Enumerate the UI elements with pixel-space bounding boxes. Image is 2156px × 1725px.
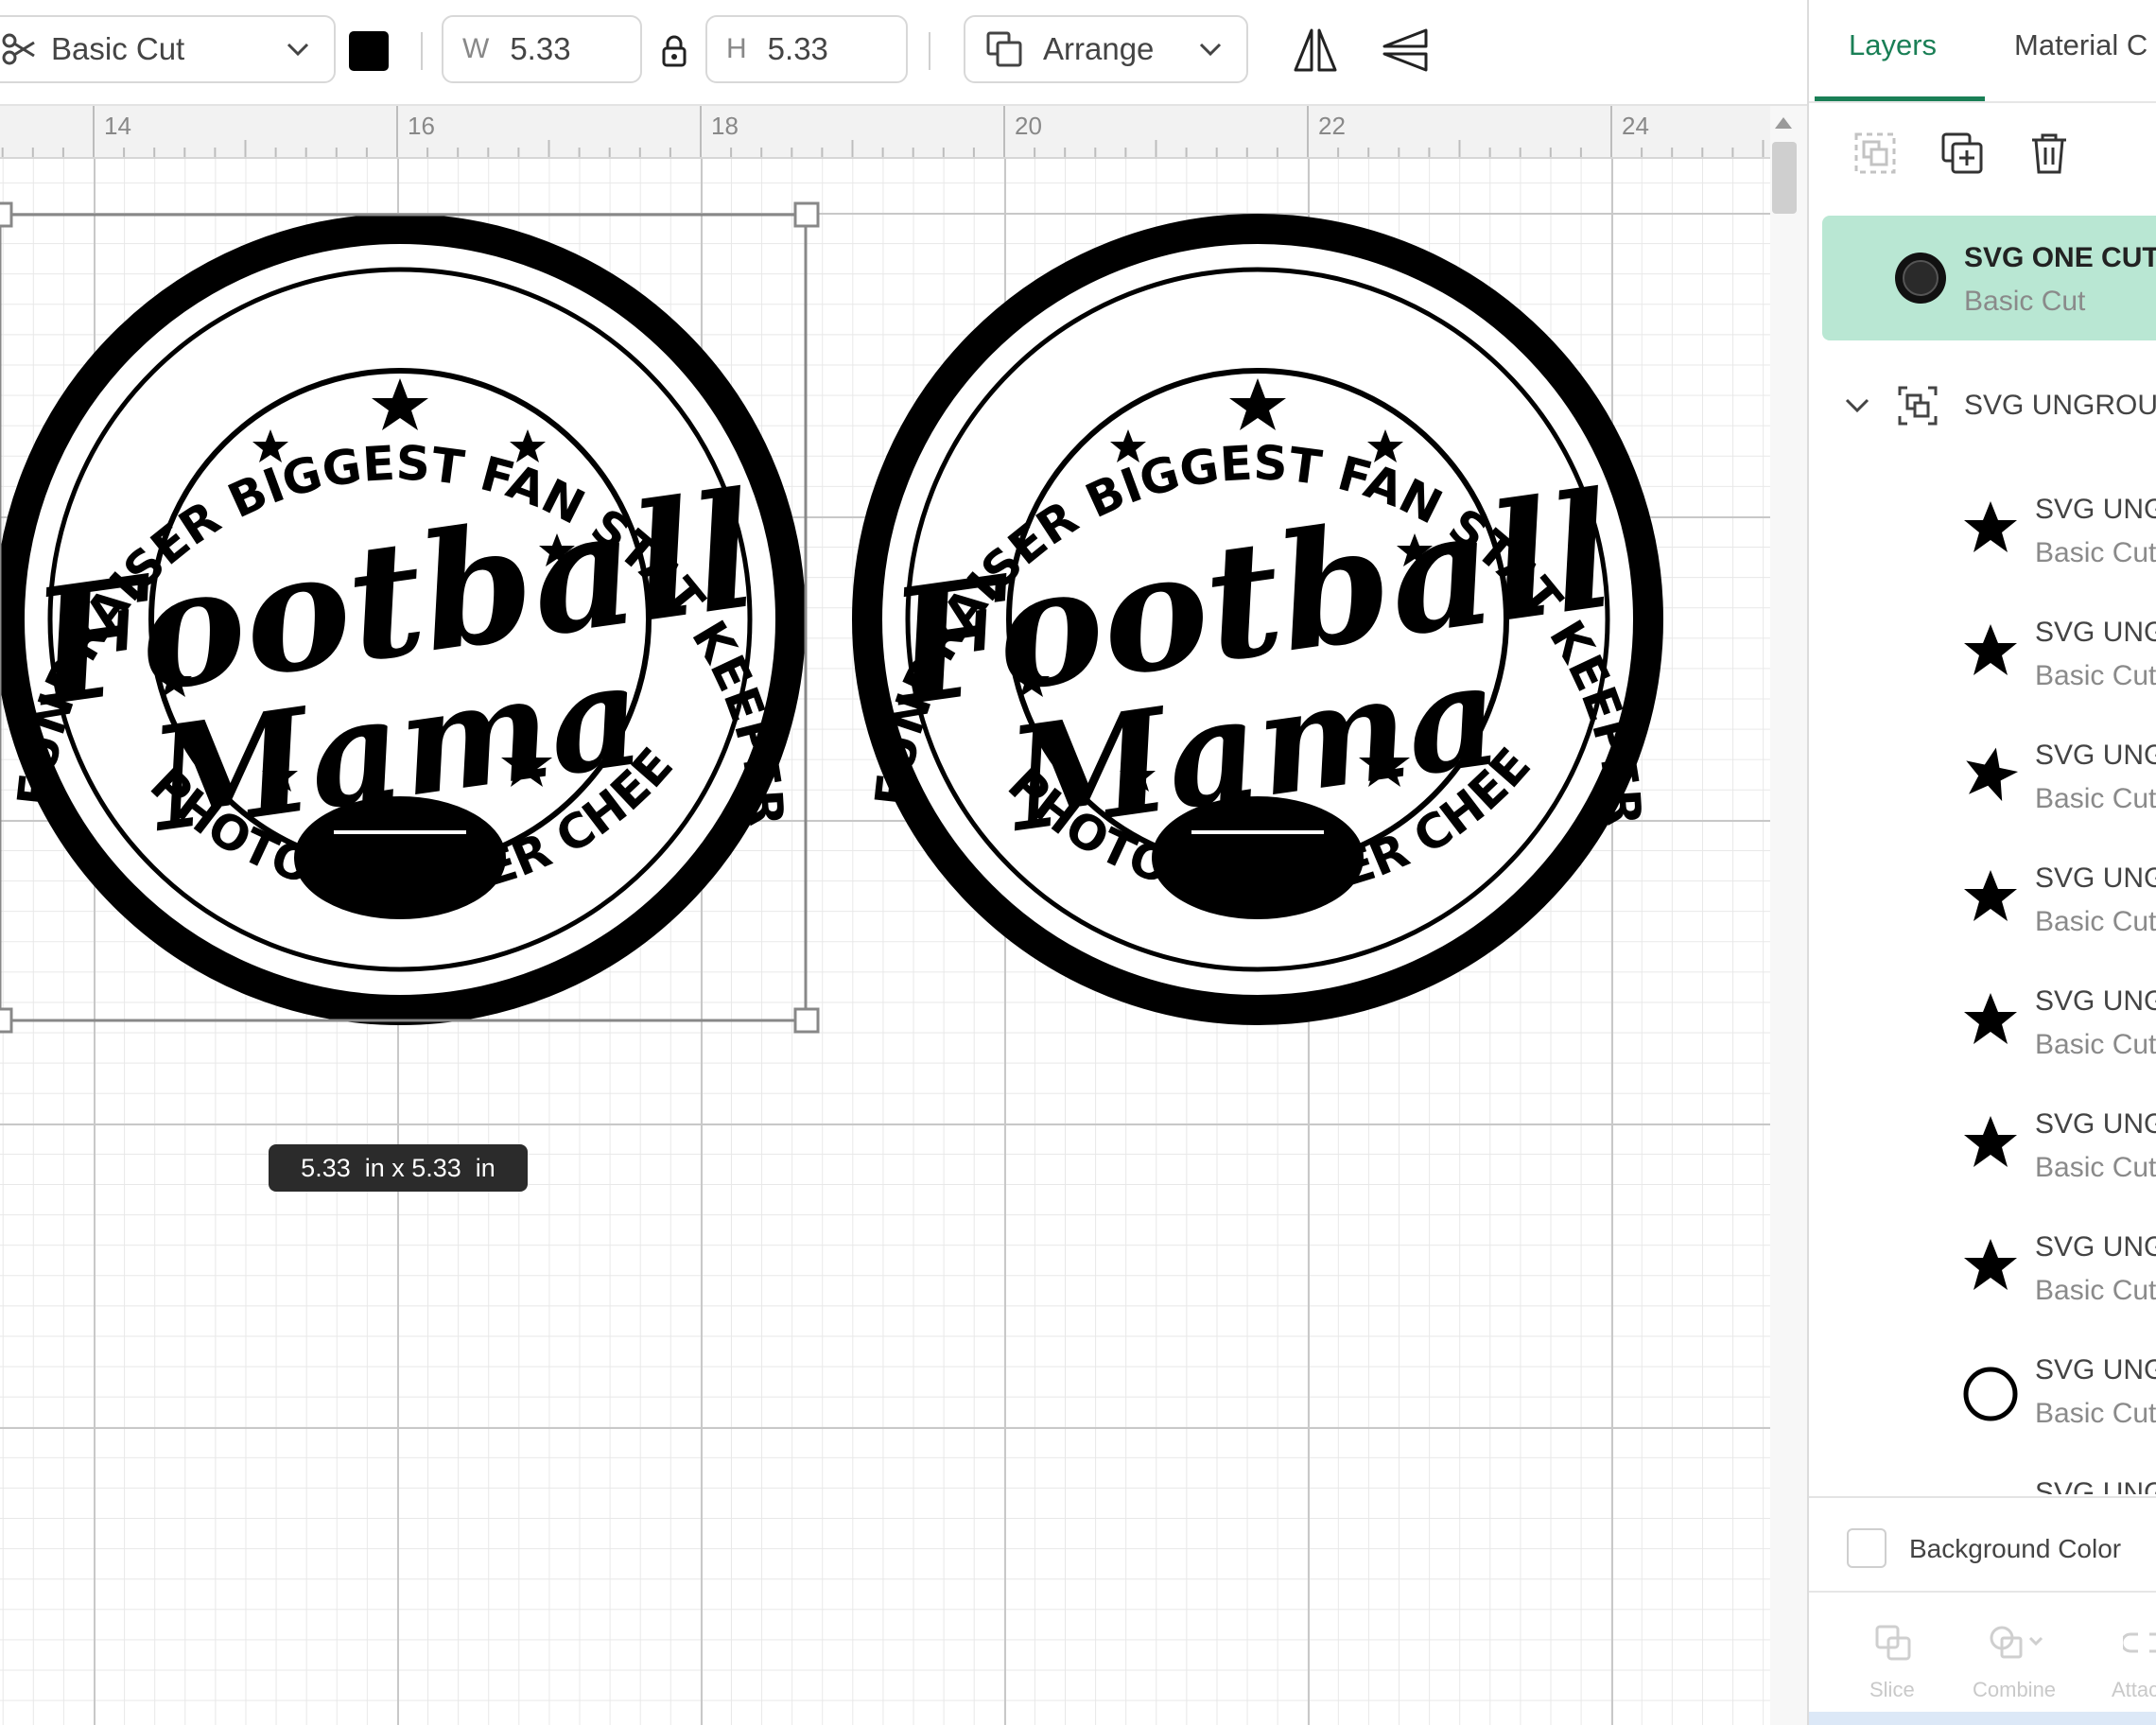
width-label: W <box>462 33 490 64</box>
delete-icon[interactable] <box>2026 131 2072 176</box>
group-icon <box>1898 386 1938 426</box>
layer-item[interactable]: SVG UNGROUPED Basic Cut <box>1809 1343 2156 1466</box>
scissors-icon <box>2 33 35 65</box>
layer-subtitle: Basic Cut <box>2035 537 2156 568</box>
layer-title: SVG UNGROUPED <box>2035 1108 2156 1140</box>
attach-icon[interactable] <box>2123 1623 2156 1664</box>
resize-handle <box>0 201 13 228</box>
layer-title: SVG UNGROUPED <box>2035 494 2156 525</box>
chevron-down-icon[interactable] <box>1843 396 1871 415</box>
layer-title: SVG ONE CUT <box>1964 242 2156 273</box>
chevron-down-icon <box>1199 43 1222 57</box>
tab-material-colors[interactable]: Material C <box>2014 28 2147 62</box>
layer-title: SVG UNGROUPED <box>2035 1354 2156 1385</box>
height-value[interactable]: 5.33 <box>768 31 828 67</box>
scrollbar-thumb[interactable] <box>1772 142 1797 214</box>
tab-layers[interactable]: Layers <box>1849 28 1937 62</box>
size-badge: 5.33 in x 5.33 in <box>269 1144 528 1192</box>
width-field[interactable]: W 5.33 <box>442 15 642 83</box>
operation-dropdown[interactable]: Basic Cut <box>0 15 336 83</box>
star-icon <box>1964 1116 2017 1167</box>
star-icon <box>1964 993 2017 1044</box>
layer-thumbnail-icon <box>1895 253 1946 304</box>
group-layer-title[interactable]: SVG UNGROUPED <box>1964 390 2156 422</box>
flip-horizontal-icon[interactable] <box>1293 26 1338 74</box>
layer-subtitle: Basic Cut <box>2035 1398 2156 1429</box>
layer-subtitle: Basic Cut <box>2035 1275 2156 1306</box>
layer-item[interactable]: SVG UNGROUPED Basic Cut <box>1809 851 2156 974</box>
arrange-icon <box>986 31 1022 67</box>
group-icon[interactable] <box>1852 131 1898 176</box>
layer-title: SVG UNGROUPED <box>2035 1231 2156 1263</box>
layer-item[interactable]: SVG UNGROUPED Basic Cut <box>1809 1097 2156 1220</box>
layer-subtitle: Basic Cut <box>2035 906 2156 937</box>
slice-label: Slice <box>1869 1678 1915 1701</box>
design-space-app: Basic Cut W 5.33 H 5.33 Arrange 14 16 18… <box>0 0 2156 1725</box>
resize-handle <box>793 1007 820 1034</box>
flip-vertical-icon[interactable] <box>1381 26 1430 74</box>
layer-subtitle: Basic Cut <box>2035 1152 2156 1183</box>
color-swatch[interactable] <box>349 31 389 71</box>
width-value[interactable]: 5.33 <box>510 31 570 67</box>
layer-subtitle: Basic Cut <box>1964 286 2086 317</box>
canvas-scrollbar[interactable] <box>1770 106 1808 1725</box>
layer-item[interactable]: SVG UNGROUPED Basic Cut <box>1809 728 2156 851</box>
duplicate-icon[interactable] <box>1939 131 1985 176</box>
layer-title: SVG UNGROUPED <box>2035 862 2156 894</box>
design-layer: FUNDRAISER BIGGEST FAN STAT KEEPER BLEAC… <box>0 106 1663 1034</box>
star-icon <box>1964 624 2017 675</box>
background-color-checkbox[interactable] <box>1847 1528 1886 1568</box>
layer-item[interactable]: SVG UNGROUPED <box>1809 1466 2156 1494</box>
layer-subtitle: Basic Cut <box>2035 1029 2156 1060</box>
toolbar-divider <box>421 32 423 70</box>
background-color-label: Background Color <box>1909 1534 2122 1563</box>
lock-icon[interactable] <box>660 34 688 68</box>
edit-toolbar: Basic Cut W 5.33 H 5.33 Arrange <box>0 0 1807 106</box>
tab-divider <box>1809 101 2156 103</box>
star-icon <box>1966 747 2019 802</box>
layer-title: SVG UNGROUPED <box>2035 1477 2156 1494</box>
circle-icon <box>1963 1367 2018 1421</box>
attach-label: Attach <box>2112 1678 2156 1701</box>
star-icon <box>1964 870 2017 921</box>
combine-icon[interactable] <box>1987 1623 2047 1664</box>
layer-title: SVG UNGROUPED <box>2035 740 2156 771</box>
layer-item[interactable]: SVG UNGROUPED Basic Cut <box>1809 605 2156 728</box>
layer-item[interactable]: SVG UNGROUPED Basic Cut <box>1809 974 2156 1097</box>
star-icon <box>1964 501 2017 552</box>
layer-subtitle: Basic Cut <box>2035 660 2156 691</box>
layer-subtitle: Basic Cut <box>2035 783 2156 814</box>
star-icon <box>1964 1239 2017 1290</box>
slice-icon[interactable] <box>1873 1623 1915 1664</box>
resize-handle <box>793 201 820 228</box>
operation-label: Basic Cut <box>51 31 185 66</box>
design-canvas[interactable]: 14 16 18 20 22 24 FUNDRAISER BIGGEST FAN… <box>0 106 1770 1725</box>
combine-label: Combine <box>1973 1678 2057 1701</box>
football-mama-badge-selected[interactable]: FUNDRAISER BIGGEST FAN STAT KEEPER BLEAC… <box>0 106 806 1025</box>
chevron-down-icon <box>287 43 309 57</box>
scroll-up-arrow-icon[interactable] <box>1775 117 1792 129</box>
resize-handle <box>0 1007 13 1034</box>
layer-title: SVG UNGROUPED <box>2035 617 2156 648</box>
toolbar-divider <box>929 32 930 70</box>
layer-item-selected[interactable] <box>1822 216 2156 340</box>
height-label: H <box>726 33 747 64</box>
layer-item[interactable]: SVG UNGROUPED Basic Cut <box>1809 1220 2156 1343</box>
divider <box>1809 1591 2156 1593</box>
arrange-label: Arrange <box>1043 31 1155 66</box>
height-field[interactable]: H 5.33 <box>705 15 908 83</box>
arrange-dropdown[interactable]: Arrange <box>964 15 1248 83</box>
layers-panel: Layers Material C SVG ONE CUT Basic Cut … <box>1807 0 2156 1725</box>
layer-item[interactable]: SVG UNGROUPED Basic Cut <box>1809 482 2156 605</box>
layer-title: SVG UNGROUPED <box>2035 985 2156 1017</box>
panel-footer <box>1809 1712 2156 1725</box>
